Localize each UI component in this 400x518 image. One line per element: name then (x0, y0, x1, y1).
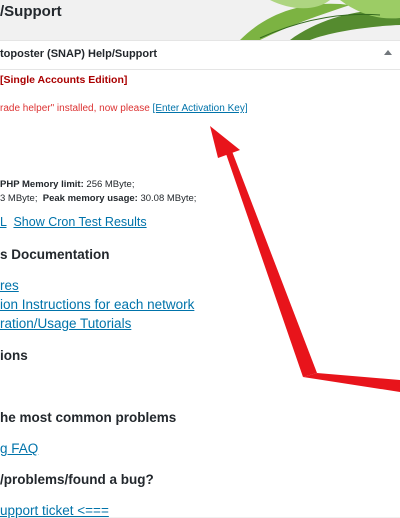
memory-limit-value: 256 MByte; (86, 179, 135, 190)
help-support-panel: toposter (SNAP) Help/Support [Single Acc… (0, 40, 400, 518)
page-header: /Support (0, 0, 400, 40)
faq-link[interactable]: g FAQ (0, 441, 38, 456)
peak-memory-label: Peak memory usage: (42, 193, 138, 204)
common-problems-heading: he most common problems (0, 410, 177, 425)
configuration-tutorials-link[interactable]: ration/Usage Tutorials (0, 316, 131, 331)
memory-limit-label: PHP Memory limit: (0, 179, 84, 190)
cron-left-link[interactable]: L (0, 215, 7, 229)
features-link[interactable]: res (0, 278, 19, 293)
edition-label: [Single Accounts Edition] (0, 74, 128, 86)
documentation-heading: s Documentation (0, 247, 110, 262)
show-cron-test-results-link[interactable]: Show Cron Test Results (13, 215, 146, 229)
installation-instructions-link[interactable]: ion Instructions for each network (0, 297, 194, 312)
options-heading: ions (0, 348, 28, 363)
collapse-arrow-icon[interactable] (384, 50, 392, 55)
cron-links-row: L Show Cron Test Results (0, 215, 147, 229)
notice-text: rade helper" installed, now please (0, 103, 153, 114)
memory-usage-line: 3 MByte; Peak memory usage: 30.08 MByte; (0, 193, 196, 204)
enter-activation-key-link[interactable]: [Enter Activation Key] (153, 103, 248, 114)
panel-header[interactable]: toposter (SNAP) Help/Support (0, 41, 400, 70)
page-title: /Support (0, 3, 62, 20)
memory-usage-prefix: 3 MByte; (0, 193, 38, 204)
panel-title: toposter (SNAP) Help/Support (0, 48, 158, 60)
peak-memory-value: 30.08 MByte; (140, 193, 197, 204)
memory-limit-line: PHP Memory limit: 256 MByte; (0, 179, 134, 190)
leaf-decoration-image (230, 0, 400, 40)
activation-notice: rade helper" installed, now please [Ente… (0, 103, 248, 114)
found-bug-heading: /problems/found a bug? (0, 472, 154, 487)
